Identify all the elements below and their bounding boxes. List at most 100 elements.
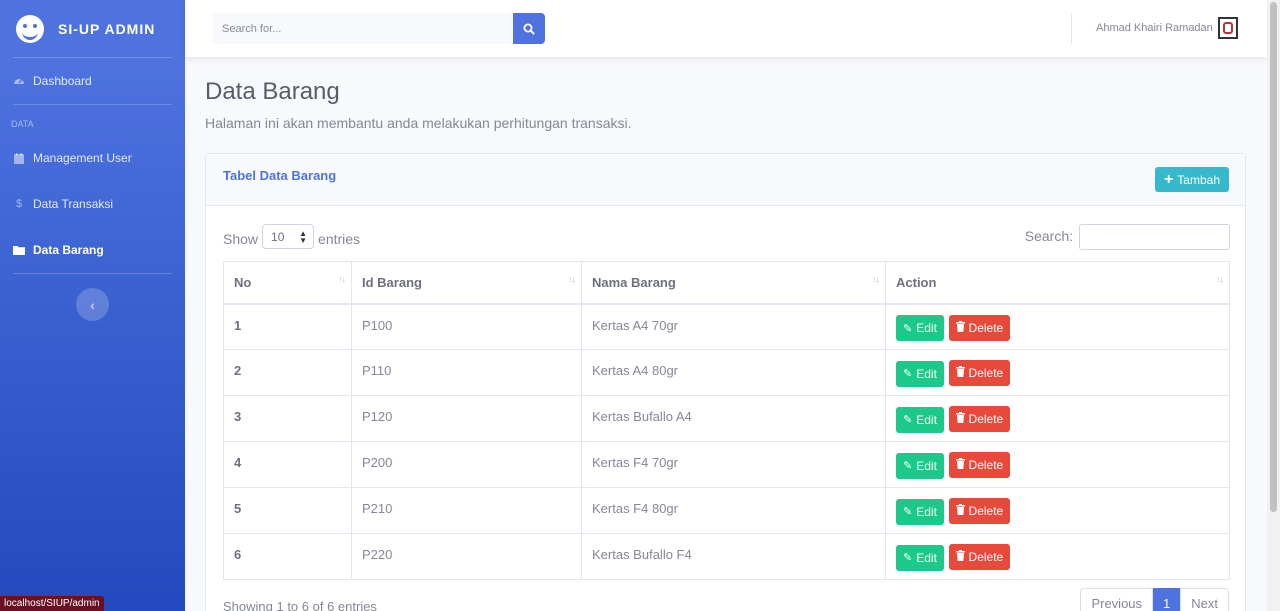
table-row: 6 P220 Kertas Bufallo F4 ✎ Edit Delete	[223, 533, 1230, 580]
sort-icon: ↑↓	[338, 274, 346, 284]
card-title: Tabel Data Barang	[223, 168, 337, 183]
edit-button[interactable]: ✎ Edit	[896, 452, 944, 479]
cell-nama: Kertas A4 70gr	[581, 303, 886, 350]
cell-no: 4	[223, 441, 352, 488]
entries-value: 10	[271, 229, 285, 244]
column-header-no[interactable]: No ↑↓	[223, 261, 352, 305]
pagination-page-1[interactable]: 1	[1153, 588, 1181, 611]
delete-button[interactable]: Delete	[948, 360, 1011, 386]
cell-id: P210	[351, 487, 582, 534]
edit-button[interactable]: ✎ Edit	[896, 544, 944, 571]
sidebar-item-label: Data Barang	[33, 243, 104, 257]
delete-label: Delete	[968, 504, 1004, 518]
search-input[interactable]	[213, 13, 513, 44]
calendar-icon	[13, 152, 25, 164]
table-search-input[interactable]	[1079, 224, 1230, 250]
edit-label: Edit	[916, 550, 937, 565]
cell-action: ✎ Edit Delete	[885, 441, 1230, 488]
delete-label: Delete	[968, 366, 1004, 380]
sidebar-item-data-transaksi[interactable]: $ Data Transaksi	[0, 181, 185, 227]
delete-label: Delete	[968, 412, 1004, 426]
delete-label: Delete	[968, 458, 1004, 472]
column-header-action[interactable]: Action ↑↓	[885, 261, 1230, 305]
card-header: Tabel Data Barang + Tambah	[206, 154, 1245, 206]
trash-icon	[955, 504, 965, 518]
brand-name: SI-UP ADMIN	[58, 20, 156, 37]
select-arrows-icon: ▲ ▼	[299, 228, 308, 245]
cell-action: ✎ Edit Delete	[885, 533, 1230, 580]
edit-icon: ✎	[903, 552, 913, 564]
sidebar: SI-UP ADMIN Dashboard Data Management Us…	[0, 0, 185, 611]
user-name[interactable]: Ahmad Khairi Ramadan	[1096, 22, 1213, 34]
cell-action: ✎ Edit Delete	[885, 303, 1230, 350]
scrollbar-thumb[interactable]	[1270, 2, 1277, 512]
edit-icon: ✎	[903, 460, 913, 472]
cell-nama: Kertas F4 70gr	[581, 441, 886, 488]
cell-nama: Kertas A4 80gr	[581, 349, 886, 396]
cell-action: ✎ Edit Delete	[885, 349, 1230, 396]
add-button[interactable]: + Tambah	[1154, 167, 1229, 192]
topbar-divider	[1071, 13, 1072, 44]
delete-button[interactable]: Delete	[948, 498, 1011, 524]
folder-icon	[13, 244, 25, 256]
cell-nama: Kertas Bufallo F4	[581, 533, 886, 580]
cell-nama: Kertas Bufallo A4	[581, 395, 886, 442]
edit-button[interactable]: ✎ Edit	[896, 360, 944, 387]
cell-id: P200	[351, 441, 582, 488]
pagination: Previous 1 Next	[1080, 588, 1229, 611]
column-label: Action	[896, 274, 937, 290]
page-title: Data Barang	[205, 78, 340, 105]
tachometer-icon	[13, 75, 25, 87]
search-button[interactable]	[513, 13, 545, 44]
trash-icon	[955, 366, 965, 380]
sidebar-item-data-barang[interactable]: Data Barang	[0, 227, 185, 273]
cell-no: 5	[223, 487, 352, 534]
sidebar-toggle-button[interactable]: ‹	[76, 288, 109, 321]
sort-icon: ↑↓	[1216, 274, 1224, 284]
sort-icon: ↑↓	[872, 274, 880, 284]
topbar: Ahmad Khairi Ramadan	[185, 0, 1267, 57]
column-label: Id Barang	[362, 274, 422, 290]
cell-id: P220	[351, 533, 582, 580]
cell-no: 1	[223, 303, 352, 350]
dollar-icon: $	[15, 198, 23, 210]
sidebar-divider	[13, 273, 172, 274]
avatar[interactable]	[1218, 17, 1238, 39]
edit-button[interactable]: ✎ Edit	[896, 315, 944, 341]
table-controls: Show 10 ▲ ▼ entries Search:	[223, 224, 1230, 250]
sidebar-item-label: Management User	[33, 151, 132, 165]
sidebar-item-management-user[interactable]: Management User	[0, 135, 185, 181]
delete-button[interactable]: Delete	[948, 544, 1011, 570]
table-info: Showing 1 to 6 of 6 entries	[223, 599, 377, 611]
column-header-nama[interactable]: Nama Barang ↑↓	[581, 261, 886, 305]
table-header-row: No ↑↓ Id Barang ↑↓ Nama Barang ↑↓ Action ↑↓	[223, 261, 1230, 305]
brand-link[interactable]: SI-UP ADMIN	[0, 0, 185, 57]
cell-no: 3	[223, 395, 352, 442]
edit-label: Edit	[916, 366, 937, 381]
sidebar-heading: Data	[11, 119, 34, 129]
delete-button[interactable]: Delete	[948, 452, 1011, 478]
pagination-next[interactable]: Next	[1180, 588, 1229, 611]
delete-button[interactable]: Delete	[948, 314, 1011, 341]
column-header-id[interactable]: Id Barang ↑↓	[351, 261, 582, 305]
table-row: 1 P100 Kertas A4 70gr ✎ Edit Delete	[223, 303, 1230, 350]
pagination-previous[interactable]: Previous	[1080, 588, 1154, 611]
column-label: Nama Barang	[592, 274, 676, 290]
data-card: Tabel Data Barang + Tambah Show 10 ▲ ▼ en…	[205, 153, 1246, 611]
delete-button[interactable]: Delete	[948, 406, 1011, 432]
sidebar-item-dashboard[interactable]: Dashboard	[0, 58, 185, 104]
table-search-label: Search:	[1024, 228, 1073, 244]
edit-button[interactable]: ✎ Edit	[896, 498, 944, 525]
add-button-label: Tambah	[1177, 172, 1220, 187]
delete-label: Delete	[968, 550, 1004, 564]
trash-icon	[955, 458, 965, 472]
laugh-wink-icon	[16, 14, 44, 43]
page-scrollbar[interactable]	[1267, 0, 1280, 611]
data-table: No ↑↓ Id Barang ↑↓ Nama Barang ↑↓ Action ↑↓ …	[223, 261, 1230, 580]
entries-select[interactable]: 10 ▲ ▼	[262, 224, 315, 249]
edit-button[interactable]: ✎ Edit	[896, 406, 944, 433]
edit-label: Edit	[916, 412, 937, 427]
chevron-left-icon: ‹	[90, 296, 95, 313]
cell-id: P120	[351, 395, 582, 442]
table-row: 5 P210 Kertas F4 80gr ✎ Edit Delete	[223, 487, 1230, 534]
